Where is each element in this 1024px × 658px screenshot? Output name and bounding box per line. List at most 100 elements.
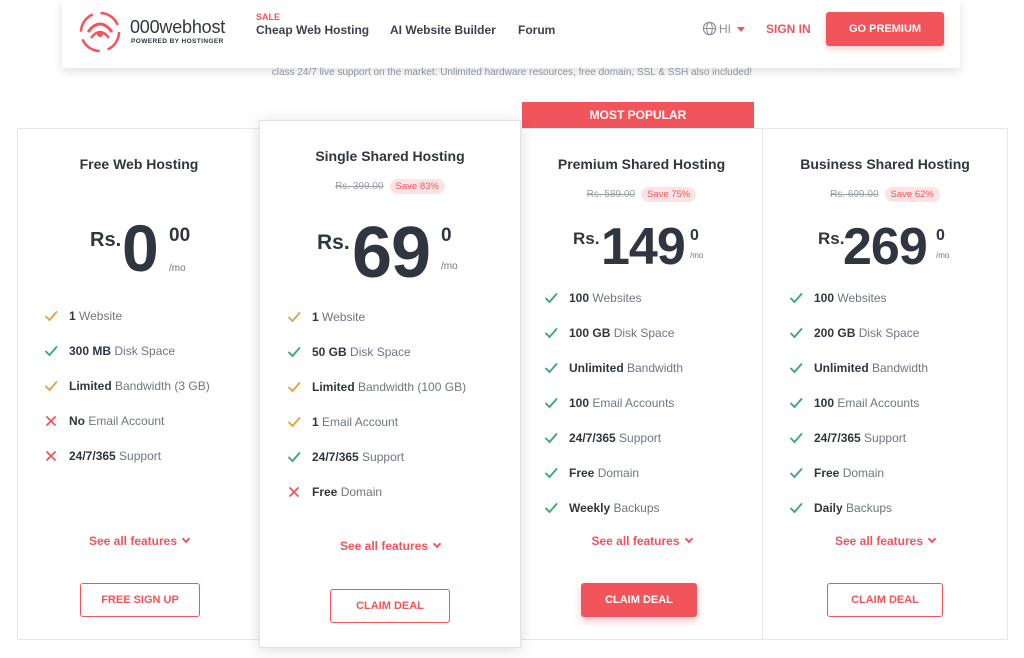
feature-highlight: 100 [814, 291, 835, 305]
see-all-label: See all features [834, 534, 924, 548]
language-selector[interactable]: HI [702, 20, 746, 38]
feature-text: Bandwidth (100 GB) [354, 380, 467, 394]
go-premium-button[interactable]: GO PREMIUM [826, 12, 944, 46]
price-currency: Rs. [317, 231, 350, 254]
caret-down-icon [737, 27, 745, 32]
feature-text: Email Account [318, 415, 399, 429]
see-all-features-link[interactable]: See all features [18, 534, 260, 548]
price-currency: Rs. [818, 229, 845, 248]
see-all-features-link[interactable]: See all features [260, 539, 520, 553]
check-icon [544, 466, 558, 480]
chevron-down-icon [927, 534, 937, 544]
price-currency: Rs. [90, 229, 122, 251]
check-icon [44, 344, 58, 358]
plan-price: Rs. 0 00 /mo [18, 213, 262, 289]
feature-text: Website [318, 310, 366, 324]
price-currency: Rs. [573, 229, 600, 248]
price-cents: 0 [936, 227, 945, 244]
chevron-down-icon [432, 539, 442, 549]
old-price: Rs. 589.00 [586, 189, 636, 200]
feature-item: Limited Bandwidth (3 GB) [44, 378, 210, 413]
chevron-down-icon [181, 534, 191, 544]
swirl-logo-icon [79, 11, 121, 53]
price-cents: 0 [690, 227, 699, 244]
see-all-features-link[interactable]: See all features [521, 534, 762, 548]
feature-item: 24/7/365 Support [789, 430, 928, 465]
price-cents: 0 [441, 225, 452, 246]
nav-ai-website-builder[interactable]: AI Website Builder [390, 23, 496, 37]
feature-text: Domain [337, 485, 383, 499]
feature-text: Email Accounts [589, 396, 675, 410]
feature-text: Websites [834, 291, 887, 305]
feature-highlight: Limited [312, 380, 355, 394]
feature-item: 100 Email Accounts [544, 395, 683, 430]
claim-deal-button[interactable]: CLAIM DEAL [330, 589, 450, 623]
feature-highlight: Free [814, 466, 840, 480]
claim-deal-button[interactable]: CLAIM DEAL [827, 583, 943, 617]
check-icon [789, 326, 803, 340]
price-amount: 0 [122, 211, 159, 285]
check-icon [287, 310, 301, 324]
check-icon [544, 501, 558, 515]
check-icon [287, 415, 301, 429]
feature-item: No Email Account [44, 413, 210, 448]
feature-highlight: 24/7/365 [69, 449, 116, 463]
feature-text: Email Accounts [834, 396, 920, 410]
price-period: /mo [441, 261, 458, 272]
feature-text: Websites [589, 291, 642, 305]
nav-forum[interactable]: Forum [518, 23, 555, 37]
old-price: Rs. 699.00 [830, 189, 879, 200]
check-icon [789, 466, 803, 480]
globe-icon [702, 21, 717, 36]
feature-text: Email Account [85, 414, 165, 428]
logo-name: 000webhost [130, 17, 226, 37]
feature-highlight: 1 [312, 310, 319, 324]
feature-highlight: 100 [814, 396, 835, 410]
check-icon [287, 380, 301, 394]
feature-text: Disk Space [111, 344, 176, 358]
top-navigation-bar: 000webhost POWERED BY HOSTINGER SALE Che… [62, 0, 960, 68]
save-badge: Save 62% [884, 187, 940, 202]
plan-title: Business Shared Hosting [800, 156, 970, 172]
feature-text: Bandwidth (3 GB) [111, 379, 210, 393]
feature-highlight: Weekly [569, 501, 611, 515]
nav-cheap-web-hosting[interactable]: Cheap Web Hosting [256, 23, 369, 37]
free-sign-up-button[interactable]: FREE SIGN UP [80, 583, 200, 617]
feature-highlight: 24/7/365 [814, 431, 861, 445]
save-badge: Save 75% [641, 187, 697, 202]
check-icon [44, 379, 58, 393]
plan-discount-row: Rs. 699.00 Save 62% [763, 187, 1007, 202]
feature-text: Bandwidth [623, 361, 684, 375]
feature-text: Backups [842, 501, 893, 515]
feature-item: Free Domain [544, 465, 683, 500]
check-icon [789, 396, 803, 410]
sign-in-link[interactable]: SIGN IN [766, 22, 811, 36]
logo[interactable]: 000webhost POWERED BY HOSTINGER [78, 10, 228, 54]
price-cents: 00 [169, 225, 191, 246]
feature-text: Disk Space [855, 326, 920, 340]
check-icon [544, 326, 558, 340]
check-icon [544, 396, 558, 410]
plan-discount-row: Rs. 589.00 Save 75% [521, 187, 762, 202]
check-icon [544, 431, 558, 445]
see-all-features-link[interactable]: See all features [763, 534, 1007, 548]
feature-highlight: 100 [569, 396, 590, 410]
cross-icon [287, 485, 301, 499]
feature-list: 1 Website 300 MB Disk Space Limited Bandwi… [44, 308, 210, 483]
feature-highlight: No [69, 414, 85, 428]
feature-item: Daily Backups [789, 500, 928, 535]
price-amount: 269 [843, 218, 928, 276]
feature-highlight: Limited [69, 379, 112, 393]
see-all-label: See all features [88, 534, 178, 548]
feature-item: 100 Websites [544, 290, 683, 325]
feature-text: Support [615, 431, 662, 445]
feature-highlight: 1 [312, 415, 319, 429]
check-icon [789, 431, 803, 445]
plan-price: Rs. 269 0 /mo [763, 218, 1009, 281]
check-icon [544, 361, 558, 375]
feature-item: 100 GB Disk Space [544, 325, 683, 360]
cross-icon [44, 414, 58, 428]
claim-deal-button[interactable]: CLAIM DEAL [581, 583, 697, 617]
see-all-label: See all features [339, 539, 429, 553]
feature-item: 1 Email Account [287, 414, 466, 449]
